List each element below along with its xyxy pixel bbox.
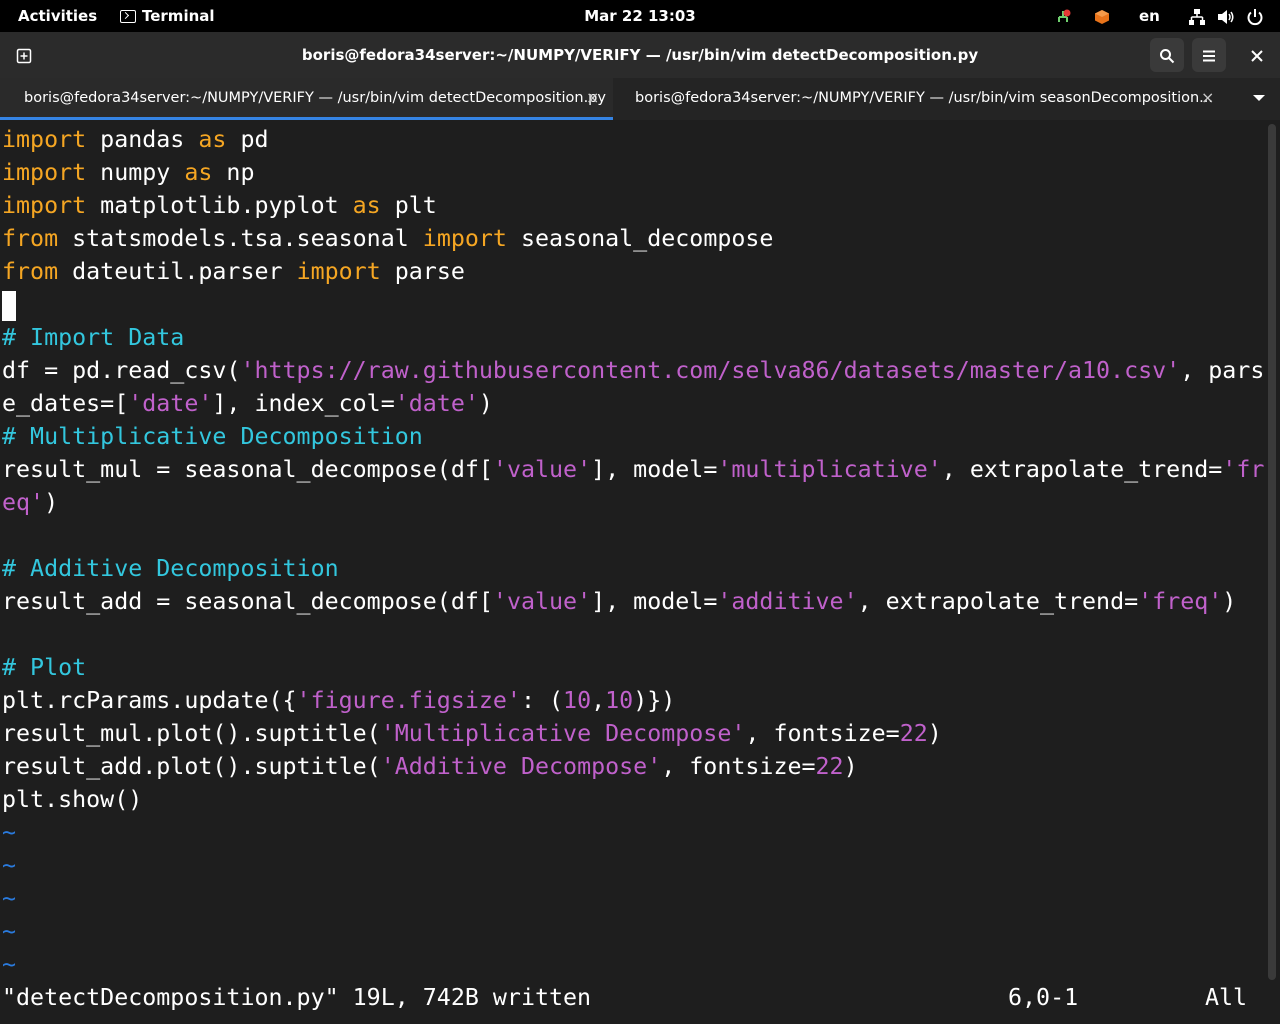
text-cursor bbox=[2, 290, 16, 321]
code-line: import pandas as pd bbox=[2, 126, 269, 153]
clock[interactable]: Mar 22 13:03 bbox=[584, 7, 696, 25]
code-line: import numpy as np bbox=[2, 159, 255, 186]
window-title: boris@fedora34server:~/NUMPY/VERIFY — /u… bbox=[301, 46, 979, 64]
scrollbar[interactable] bbox=[1268, 124, 1276, 980]
network-wired-icon[interactable] bbox=[1188, 0, 1206, 32]
tab-detect-decomposition[interactable]: boris@fedora34server:~/NUMPY/VERIFY — /u… bbox=[0, 78, 613, 120]
tabs-dropdown-button[interactable] bbox=[1244, 78, 1274, 120]
tab-close-icon[interactable]: × bbox=[1201, 78, 1214, 118]
package-icon[interactable] bbox=[1094, 0, 1110, 32]
code-line: # Plot bbox=[2, 654, 87, 681]
tab-label: boris@fedora34server:~/NUMPY/VERIFY — /u… bbox=[24, 90, 606, 106]
tab-season-decomposition[interactable]: boris@fedora34server:~/NUMPY/VERIFY — /u… bbox=[613, 78, 1225, 120]
new-tab-icon bbox=[16, 48, 32, 63]
window-titlebar: boris@fedora34server:~/NUMPY/VERIFY — /u… bbox=[0, 32, 1280, 78]
tab-label: boris@fedora34server:~/NUMPY/VERIFY — /u… bbox=[635, 90, 1213, 106]
power-icon[interactable] bbox=[1246, 0, 1264, 32]
terminal-icon bbox=[120, 9, 136, 23]
language-indicator[interactable]: en bbox=[1139, 0, 1160, 32]
gnome-top-bar: Activities Terminal Mar 22 13:03 en bbox=[0, 0, 1280, 32]
network-warning-icon[interactable] bbox=[1054, 0, 1072, 32]
activities-button[interactable]: Activities bbox=[18, 0, 97, 32]
tab-bar: boris@fedora34server:~/NUMPY/VERIFY — /u… bbox=[0, 78, 1280, 120]
empty-line-marker: ~ bbox=[2, 819, 17, 846]
app-name: Terminal bbox=[142, 7, 215, 25]
code-line: df = pd.read_csv('https://raw.githubuser… bbox=[2, 357, 1264, 384]
code-line: # Import Data bbox=[2, 324, 185, 351]
code-line bbox=[2, 288, 1264, 321]
search-icon bbox=[1160, 48, 1175, 63]
empty-line-marker: ~ bbox=[2, 951, 17, 978]
code-line: result_add.plot().suptitle('Additive Dec… bbox=[2, 753, 858, 780]
code-line: eq') bbox=[2, 489, 59, 516]
code-line: e_dates=['date'], index_col='date') bbox=[2, 390, 493, 417]
code-line: plt.rcParams.update({'figure.figsize': (… bbox=[2, 687, 676, 714]
terminal-view[interactable]: import pandas as pd import numpy as np i… bbox=[0, 120, 1280, 1024]
hamburger-menu-icon bbox=[1203, 50, 1215, 61]
app-menu-terminal[interactable]: Terminal bbox=[120, 0, 215, 32]
close-window-button[interactable] bbox=[1240, 38, 1274, 72]
tab-close-icon[interactable]: × bbox=[586, 78, 599, 118]
code-line: plt.show() bbox=[2, 786, 143, 813]
empty-line-marker: ~ bbox=[2, 885, 17, 912]
search-button[interactable] bbox=[1150, 38, 1184, 72]
code-line: from statsmodels.tsa.seasonal import sea… bbox=[2, 225, 774, 252]
code-line: result_mul.plot().suptitle('Multiplicati… bbox=[2, 720, 942, 747]
new-tab-button[interactable] bbox=[7, 38, 41, 72]
chevron-down-icon bbox=[1253, 94, 1265, 101]
close-icon bbox=[1251, 49, 1263, 62]
scroll-position: All bbox=[1205, 984, 1248, 1011]
code-line: import matplotlib.pyplot as plt bbox=[2, 192, 437, 219]
cursor-position: 6,0-1 bbox=[1008, 984, 1079, 1011]
code-line: from dateutil.parser import parse bbox=[2, 258, 465, 285]
empty-line-marker: ~ bbox=[2, 852, 17, 879]
vim-buffer[interactable]: import pandas as pd import numpy as np i… bbox=[2, 123, 1264, 981]
volume-icon[interactable] bbox=[1217, 0, 1235, 32]
code-line: # Multiplicative Decomposition bbox=[2, 423, 423, 450]
empty-line-marker: ~ bbox=[2, 918, 17, 945]
code-line: result_add = seasonal_decompose(df['valu… bbox=[2, 588, 1237, 615]
code-line: result_mul = seasonal_decompose(df['valu… bbox=[2, 456, 1264, 483]
menu-button[interactable] bbox=[1192, 38, 1226, 72]
code-line: # Additive Decomposition bbox=[2, 555, 339, 582]
